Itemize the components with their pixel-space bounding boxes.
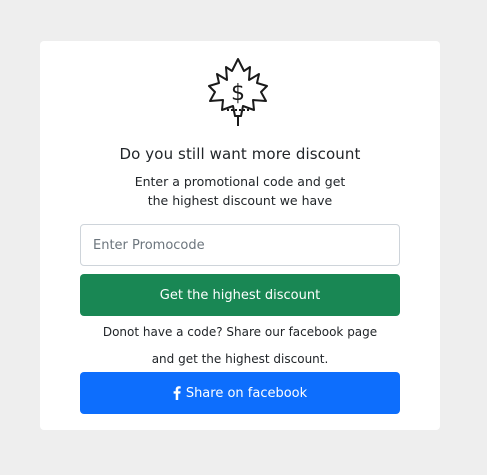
share-facebook-button[interactable]: Share on facebook [80, 372, 400, 414]
discount-card: $ Do you still want more discount Enter … [40, 41, 440, 430]
share-note: Donot have a code? Share our facebook pa… [40, 319, 440, 373]
share-facebook-label: Share on facebook [185, 385, 308, 401]
subtitle: Enter a promotional code and get the hig… [40, 172, 440, 210]
share-note-line-2: and get the highest discount. [151, 352, 329, 366]
get-discount-button[interactable]: Get the highest discount [80, 274, 400, 316]
subtitle-line-1: Enter a promotional code and get [134, 174, 346, 189]
share-note-line-1: Donot have a code? Share our facebook pa… [102, 325, 378, 339]
subtitle-line-2: the highest discount we have [147, 193, 333, 208]
svg-text:$: $ [231, 81, 245, 106]
page-title: Do you still want more discount [119, 145, 361, 163]
maple-leaf-dollar-icon: $ [208, 58, 268, 126]
get-discount-label: Get the highest discount [159, 287, 321, 303]
promocode-input[interactable] [80, 224, 400, 266]
facebook-icon [173, 386, 181, 400]
